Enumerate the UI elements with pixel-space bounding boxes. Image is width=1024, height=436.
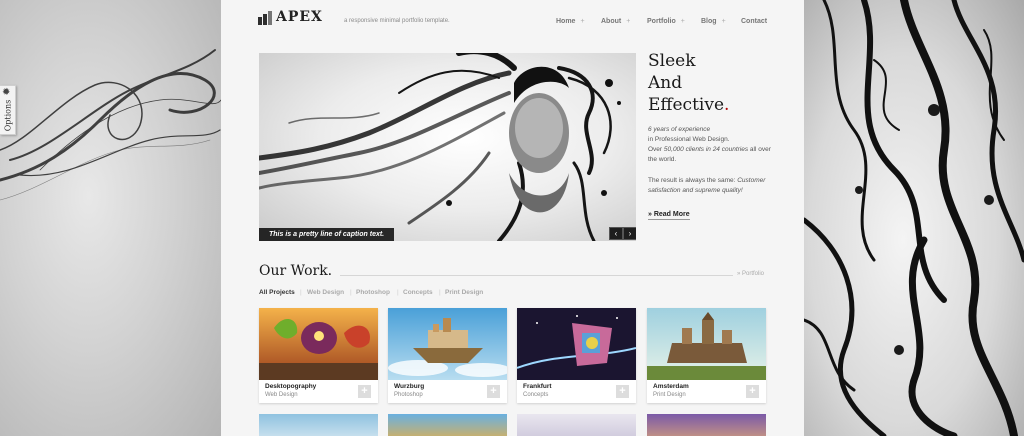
plus-icon[interactable]: + xyxy=(487,385,500,398)
brand-name: APEX xyxy=(276,9,323,25)
portfolio-item[interactable]: Desktopography Web Design + xyxy=(259,308,378,403)
filter-separator: | xyxy=(300,289,302,296)
portfolio-item[interactable]: Frankfurt Concepts + xyxy=(517,308,636,403)
plus-icon: + xyxy=(721,18,726,25)
intro-text: 6 years of experience in Professional Web… xyxy=(648,126,771,194)
nav-item-contact[interactable]: Contact xyxy=(741,18,767,25)
portfolio-item-category: Photoshop xyxy=(394,392,423,398)
options-panel-tab[interactable]: ✹ Options xyxy=(0,85,16,135)
slider-next-button[interactable]: › xyxy=(623,227,636,240)
plus-icon[interactable]: + xyxy=(358,385,371,398)
left-background-smoke xyxy=(0,0,221,436)
portfolio-item-category: Concepts xyxy=(523,392,549,398)
portfolio-link[interactable]: » Portfolio xyxy=(737,271,764,277)
headline-line-3: Effective xyxy=(648,95,725,115)
portfolio-item-category: Web Design xyxy=(265,392,298,398)
plus-icon: + xyxy=(580,18,585,25)
filter-separator: | xyxy=(350,289,352,296)
portfolio-thumbnail[interactable] xyxy=(388,308,507,380)
portfolio-thumbnail-partial[interactable] xyxy=(647,414,766,436)
nav-item-blog[interactable]: Blog + xyxy=(701,18,726,25)
headline-line-1: Sleek xyxy=(648,51,696,71)
portfolio-item[interactable]: Wurzburg Photoshop + xyxy=(388,308,507,403)
right-background-smoke xyxy=(804,0,1024,436)
portfolio-item[interactable]: Amsterdam Print Design + xyxy=(647,308,766,403)
filter-separator: | xyxy=(439,289,441,296)
filter-print-design[interactable]: Print Design xyxy=(445,289,483,296)
filter-all-projects[interactable]: All Projects xyxy=(259,289,295,296)
portfolio-thumbnail[interactable] xyxy=(259,308,378,380)
options-label: Options xyxy=(3,99,13,132)
headline-line-2: And xyxy=(648,73,683,93)
portfolio-item-title[interactable]: Amsterdam xyxy=(653,383,689,390)
logo-mark-icon xyxy=(258,11,272,25)
filter-separator: | xyxy=(397,289,399,296)
nav-item-about[interactable]: About + xyxy=(601,18,630,25)
brand-tagline: a responsive minimal portfolio template. xyxy=(344,18,450,24)
portfolio-item-title[interactable]: Frankfurt xyxy=(523,383,552,390)
plus-icon: + xyxy=(626,18,631,25)
slider-prev-button[interactable]: ‹ xyxy=(609,227,623,240)
portfolio-thumbnail-partial[interactable] xyxy=(259,414,378,436)
filter-concepts[interactable]: Concepts xyxy=(403,289,433,296)
plus-icon: + xyxy=(680,18,685,25)
read-more-link[interactable]: » Read More xyxy=(648,211,690,220)
portfolio-thumbnail[interactable] xyxy=(517,308,636,380)
filter-web-design[interactable]: Web Design xyxy=(307,289,344,296)
section-title-our-work: Our Work. xyxy=(259,263,333,279)
hero-caption: This is a pretty line of caption text. xyxy=(259,228,395,241)
portfolio-item-title[interactable]: Wurzburg xyxy=(394,383,424,390)
portfolio-item-title[interactable]: Desktopography xyxy=(265,383,316,390)
filter-photoshop[interactable]: Photoshop xyxy=(356,289,390,296)
nav-item-home[interactable]: Home + xyxy=(556,18,585,25)
plus-icon[interactable]: + xyxy=(746,385,759,398)
hero-headline: Sleek And Effective. xyxy=(648,50,729,116)
page-container: APEX a responsive minimal portfolio temp… xyxy=(221,0,804,436)
portfolio-thumbnail-partial[interactable] xyxy=(388,414,507,436)
portfolio-item-category: Print Design xyxy=(653,392,686,398)
section-divider xyxy=(340,275,733,276)
hero-slider-image[interactable]: This is a pretty line of caption text. ‹… xyxy=(259,53,636,241)
portfolio-thumbnail-partial[interactable] xyxy=(517,414,636,436)
portfolio-thumbnail[interactable] xyxy=(647,308,766,380)
nav-item-portfolio[interactable]: Portfolio + xyxy=(647,18,685,25)
plus-icon[interactable]: + xyxy=(616,385,629,398)
headline-accent-dot: . xyxy=(724,95,730,115)
